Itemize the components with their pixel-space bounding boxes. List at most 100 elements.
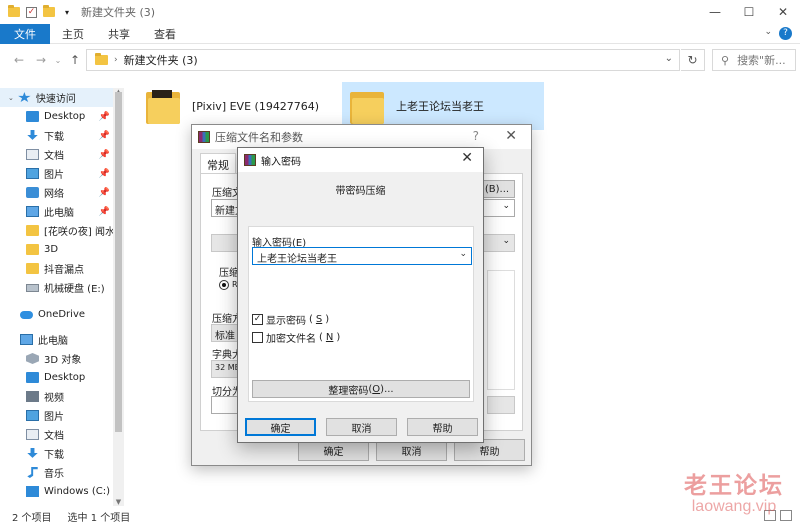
search-input[interactable]: ⚲ 搜索"新... — [712, 49, 796, 71]
sidebar-item-folder-hanasaki[interactable]: [花咲の夜] 闻水 — [0, 221, 124, 240]
address-history-chevron-icon[interactable]: ⌄ — [665, 53, 673, 64]
pin-icon: 📌 — [98, 206, 110, 217]
properties-check-icon[interactable]: ✓ — [26, 6, 37, 18]
quick-access-toolbar: ✓ ▾ — [0, 5, 73, 18]
sidebar-item-folder-douyin[interactable]: 抖音漏点 — [0, 259, 124, 278]
chevron-down-icon[interactable]: ⌄ — [502, 236, 510, 246]
sidebar-item-label: 快速访问 — [35, 94, 76, 105]
sidebar-item-label: 3D — [44, 244, 59, 255]
document-icon — [26, 429, 39, 440]
tab-file[interactable]: 文件 — [0, 23, 50, 44]
nav-scrollbar-thumb[interactable] — [115, 92, 122, 432]
help-button[interactable]: 帮助 — [407, 418, 478, 436]
sidebar-item-downloads[interactable]: 下载 📌 — [0, 126, 124, 145]
window-title: 新建文件夹 (3) — [81, 6, 156, 19]
options-button[interactable] — [487, 396, 515, 414]
new-folder-icon[interactable] — [43, 5, 55, 18]
close-icon[interactable]: ✕ — [505, 128, 517, 144]
tab-home[interactable]: 主页 — [50, 24, 96, 44]
refresh-button[interactable]: ↻ — [681, 49, 705, 71]
sidebar-item-drive-e[interactable]: 机械硬盘 (E:) — [0, 278, 124, 297]
minimize-button[interactable]: — — [698, 0, 732, 24]
sidebar-item-onedrive[interactable]: OneDrive — [0, 305, 124, 324]
sidebar-item-this-pc-pinned[interactable]: 此电脑 📌 — [0, 202, 124, 221]
show-password-accesskey: S — [315, 314, 323, 325]
sidebar-item-label: OneDrive — [38, 309, 86, 320]
close-icon[interactable]: ✕ — [461, 150, 473, 166]
recent-chevron-down-icon[interactable]: ⌄ — [52, 56, 64, 65]
checkbox-unchecked-icon[interactable] — [252, 332, 263, 343]
app-folder-icon — [8, 5, 20, 18]
options-group — [487, 270, 515, 390]
sidebar-item-label: 图片 — [44, 170, 64, 181]
sidebar-item-this-pc[interactable]: 此电脑 — [0, 330, 124, 349]
cancel-button[interactable]: 取消 — [326, 418, 397, 436]
computer-icon — [26, 206, 39, 217]
show-password-checkbox[interactable]: ✓ 显示密码(S) — [252, 312, 329, 327]
file-item-pixiv[interactable]: [Pixiv] EVE (19427764) — [146, 86, 326, 126]
back-arrow-icon[interactable]: ← — [8, 53, 30, 67]
sidebar-item-label: 音乐 — [44, 469, 64, 480]
sidebar-item-downloads-pc[interactable]: 下载 — [0, 444, 124, 463]
dialog-help-button[interactable]: ? — [473, 129, 479, 143]
selection-count: 选中 1 个项目 — [67, 512, 131, 524]
browse-button[interactable]: (B)... — [479, 180, 515, 198]
sidebar-item-label: 文档 — [44, 151, 64, 162]
file-name: [Pixiv] EVE (19427764) — [192, 99, 320, 113]
sidebar-item-windows-c[interactable]: Windows (C:) — [0, 482, 124, 501]
rar-radio[interactable] — [219, 280, 229, 290]
sidebar-item-desktop-pc[interactable]: Desktop — [0, 368, 124, 387]
3d-objects-icon — [26, 353, 39, 364]
file-name: 上老王论坛当老王 — [396, 100, 484, 113]
sidebar-item-videos[interactable]: 视频 — [0, 387, 124, 406]
checkbox-checked-icon[interactable]: ✓ — [252, 314, 263, 325]
organize-passwords-ellipsis: ... — [384, 383, 394, 395]
password-input[interactable]: 上老王论坛当老王 ⌄ — [252, 247, 472, 265]
network-icon — [26, 187, 39, 198]
sidebar-item-label: 下载 — [44, 450, 64, 461]
breadcrumb[interactable]: 新建文件夹 (3) — [124, 52, 198, 68]
tab-view[interactable]: 查看 — [142, 24, 188, 44]
sidebar-item-documents-pc[interactable]: 文档 — [0, 425, 124, 444]
organize-passwords-button[interactable]: 整理密码(O)... — [252, 380, 470, 398]
sidebar-item-pictures-pc[interactable]: 图片 — [0, 406, 124, 425]
up-arrow-icon[interactable]: ↑ — [64, 53, 86, 67]
sidebar-item-folder-3d[interactable]: 3D — [0, 240, 124, 259]
drive-icon — [26, 283, 39, 292]
chevron-down-icon[interactable]: ⌄ — [502, 201, 510, 211]
tab-share[interactable]: 共享 — [96, 24, 142, 44]
ribbon-expand-chevron-icon[interactable]: ⌄ — [764, 27, 772, 37]
sidebar-item-music[interactable]: 音乐 — [0, 463, 124, 482]
expand-chevron-icon[interactable]: ⌄ — [8, 94, 14, 102]
sidebar-item-3d-objects[interactable]: 3D 对象 — [0, 349, 124, 368]
nav-scrollbar[interactable]: ▲ ▼ — [113, 88, 124, 506]
windows-drive-icon — [26, 486, 39, 497]
download-icon — [27, 448, 38, 458]
watermark-cn: 老王论坛 — [684, 472, 784, 499]
chevron-down-icon[interactable]: ⌄ — [459, 249, 467, 259]
sidebar-item-quick-access[interactable]: ⌄ 快速访问 — [0, 88, 124, 107]
sidebar-item-label: 此电脑 — [38, 336, 68, 347]
sidebar-item-pictures[interactable]: 图片 📌 — [0, 164, 124, 183]
help-icon[interactable]: ? — [779, 27, 792, 40]
close-button[interactable]: ✕ — [766, 0, 800, 24]
breadcrumb-separator-icon: › — [114, 55, 118, 65]
customize-chevron-down-icon[interactable]: ▾ — [61, 6, 73, 18]
sidebar-item-desktop[interactable]: Desktop 📌 — [0, 107, 124, 126]
forward-arrow-icon[interactable]: → — [30, 53, 52, 67]
scroll-down-arrow-icon[interactable]: ▼ — [114, 498, 123, 506]
video-icon — [26, 391, 39, 402]
computer-icon — [20, 334, 33, 345]
ok-button[interactable]: 确定 — [245, 418, 316, 436]
encrypt-filenames-checkbox[interactable]: 加密文件名(N) — [252, 330, 340, 345]
item-count: 2 个项目 — [12, 512, 52, 524]
maximize-button[interactable]: ☐ — [732, 0, 766, 24]
password-value: 上老王论坛当老王 — [257, 254, 337, 265]
file-item-selected[interactable]: 上老王论坛当老王 — [342, 82, 544, 130]
sidebar-item-documents[interactable]: 文档 📌 — [0, 145, 124, 164]
encrypt-filenames-accesskey: N — [325, 332, 334, 343]
pin-icon: 📌 — [98, 111, 110, 122]
winrar-icon — [198, 131, 210, 143]
address-bar[interactable]: › 新建文件夹 (3) ⌄ — [86, 49, 680, 71]
sidebar-item-network[interactable]: 网络 📌 — [0, 183, 124, 202]
